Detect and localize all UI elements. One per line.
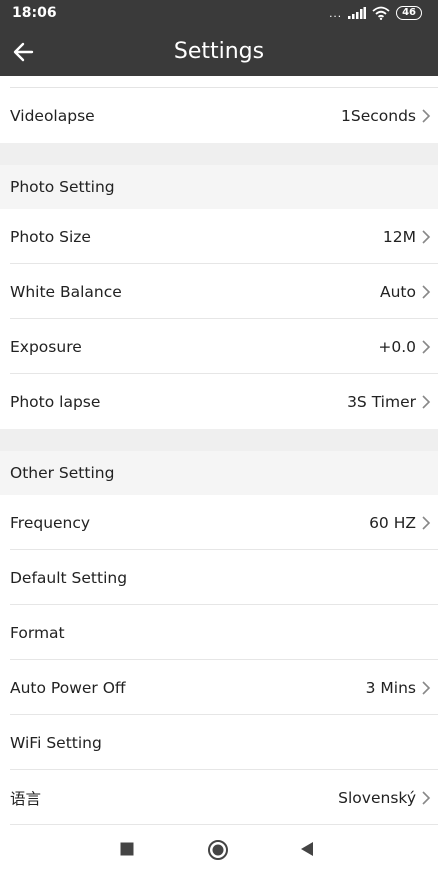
square-icon bbox=[120, 842, 134, 856]
settings-row-language[interactable]: 语言 Slovenský bbox=[0, 770, 438, 825]
row-value: 3 Mins bbox=[365, 678, 416, 697]
chevron-right-icon bbox=[422, 339, 431, 354]
row-label: White Balance bbox=[10, 282, 122, 301]
settings-row-auto-power-off[interactable]: Auto Power Off 3 Mins bbox=[0, 660, 438, 715]
signal-icon bbox=[348, 7, 367, 19]
section-title: Photo Setting bbox=[10, 178, 115, 196]
status-time: 18:06 bbox=[12, 5, 57, 21]
row-label: WiFi Setting bbox=[10, 733, 102, 752]
row-value: Auto bbox=[380, 282, 416, 301]
chevron-right-icon bbox=[422, 790, 431, 805]
row-label: Photo Size bbox=[10, 227, 91, 246]
row-value: 1Seconds bbox=[341, 106, 416, 125]
row-label: Default Setting bbox=[10, 568, 128, 587]
page-title: Settings bbox=[173, 39, 265, 64]
status-bar: 18:06 ... 46 bbox=[0, 0, 438, 28]
section-header-other: Other Setting bbox=[0, 451, 438, 495]
section-header-photo: Photo Setting bbox=[0, 165, 438, 209]
chevron-right-icon bbox=[422, 284, 431, 299]
back-nav-button[interactable] bbox=[299, 841, 315, 862]
system-nav-bar bbox=[0, 825, 438, 877]
settings-row-exposure[interactable]: Exposure +0.0 bbox=[0, 319, 438, 374]
notification-dots: ... bbox=[329, 6, 343, 20]
battery-indicator: 46 bbox=[396, 6, 422, 20]
settings-row-default-setting[interactable]: Default Setting bbox=[0, 550, 438, 605]
settings-row-wifi-setting[interactable]: WiFi Setting bbox=[0, 715, 438, 770]
row-label: Photo lapse bbox=[10, 392, 101, 411]
status-icons: ... 46 bbox=[329, 6, 422, 20]
settings-list: Videolapse 1Seconds Photo Setting Photo … bbox=[0, 76, 438, 825]
partial-row bbox=[10, 76, 438, 88]
settings-row-format[interactable]: Format bbox=[0, 605, 438, 660]
row-label: Videolapse bbox=[10, 106, 95, 125]
row-value: 12M bbox=[382, 227, 416, 246]
section-gap bbox=[0, 143, 438, 165]
settings-row-white-balance[interactable]: White Balance Auto bbox=[0, 264, 438, 319]
circle-icon bbox=[208, 840, 228, 860]
row-label: Exposure bbox=[10, 337, 82, 356]
chevron-right-icon bbox=[422, 229, 431, 244]
wifi-icon bbox=[372, 6, 390, 20]
row-label: 语言 bbox=[10, 789, 42, 808]
row-value: +0.0 bbox=[378, 337, 416, 356]
row-value: 60 HZ bbox=[369, 513, 416, 532]
section-gap bbox=[0, 429, 438, 451]
app-bar: Settings bbox=[0, 28, 438, 76]
row-label: Frequency bbox=[10, 513, 91, 532]
chevron-right-icon bbox=[422, 108, 431, 123]
settings-row-photo-lapse[interactable]: Photo lapse 3S Timer bbox=[0, 374, 438, 429]
row-label: Auto Power Off bbox=[10, 678, 126, 697]
chevron-right-icon bbox=[422, 515, 431, 530]
chevron-right-icon bbox=[422, 394, 431, 409]
row-value: 3S Timer bbox=[347, 392, 416, 411]
home-button[interactable] bbox=[207, 839, 229, 866]
row-label: Format bbox=[10, 623, 65, 642]
settings-row-videolapse[interactable]: Videolapse 1Seconds bbox=[0, 88, 438, 143]
recents-button[interactable] bbox=[119, 841, 135, 862]
section-title: Other Setting bbox=[10, 464, 115, 482]
settings-row-frequency[interactable]: Frequency 60 HZ bbox=[0, 495, 438, 550]
chevron-right-icon bbox=[422, 680, 431, 695]
settings-row-photo-size[interactable]: Photo Size 12M bbox=[0, 209, 438, 264]
triangle-left-icon bbox=[301, 842, 313, 856]
row-value: Slovenský bbox=[338, 788, 416, 807]
